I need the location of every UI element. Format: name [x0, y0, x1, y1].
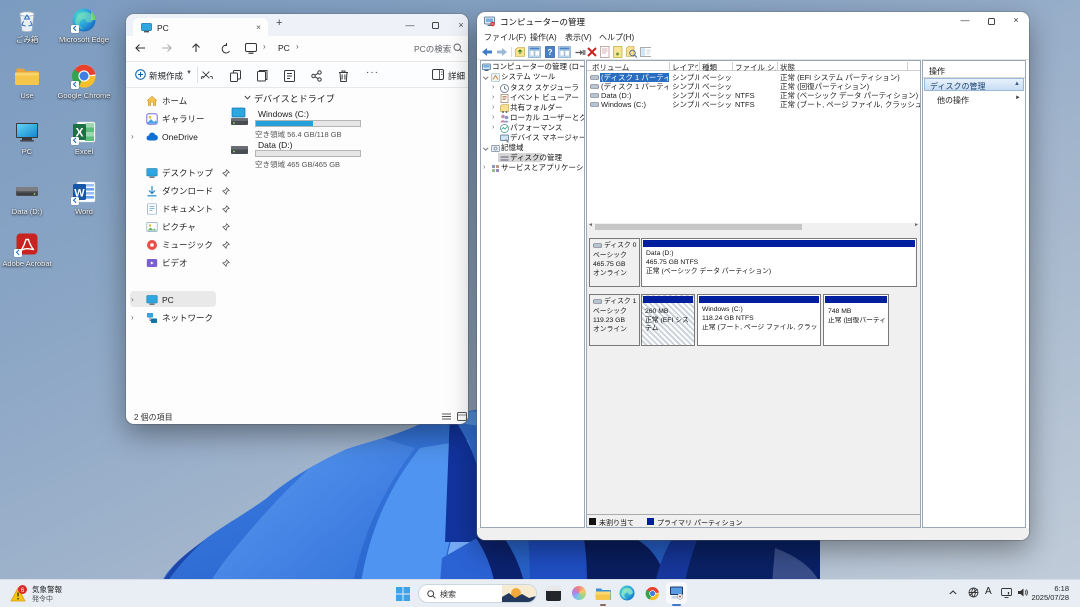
svg-text:?: ?	[548, 48, 553, 57]
